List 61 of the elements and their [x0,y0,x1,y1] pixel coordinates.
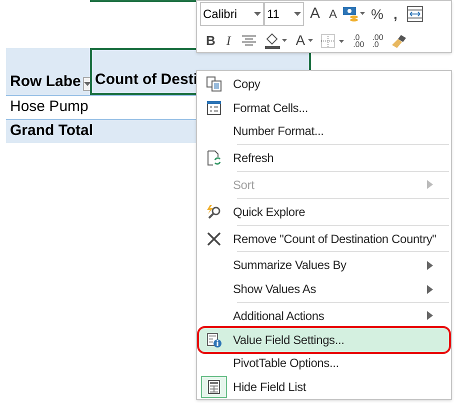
menu-item[interactable]: Hide Field List [199,375,449,400]
menu-item-label: Value Field Settings... [233,332,346,349]
field-list-icon [207,379,221,396]
menu-item-label: Format Cells... [233,100,310,117]
borders-icon[interactable] [321,34,346,48]
font-dropdown[interactable]: Calibri [200,2,264,26]
menu-item-label: Refresh [233,150,275,168]
shrink-font-button[interactable]: A [329,5,338,23]
column-header: Row Labe [10,72,81,92]
align-center-icon[interactable] [242,34,256,46]
menu-item-label: Show Values As [233,281,318,298]
menu-item-label: PivotTable Options... [233,355,340,372]
menu-item-label: Remove "Count of Destination Country" [233,230,438,248]
decrease-decimal-button[interactable]: .0 .00 [353,34,364,48]
comma-button[interactable]: , [389,4,402,24]
menu-item[interactable]: Value Field Settings... [199,328,449,352]
paint-bucket-icon[interactable] [264,32,288,48]
percent-button[interactable]: % [371,4,384,24]
menu-item[interactable]: Remove "Count of Destination Country" [199,226,449,250]
magnifier-icon [206,204,222,220]
caret-icon [254,12,261,16]
bold-button[interactable]: B [206,30,216,50]
font-size-dropdown[interactable]: 11 [264,2,304,26]
caret-icon [84,82,91,86]
submenu-arrow-icon [427,284,433,294]
caret-icon [294,12,301,16]
increase-decimal-button[interactable]: .00 .0 [372,34,384,48]
menu-item[interactable]: PivotTable Options... [199,352,449,376]
copy-icon [206,76,222,92]
submenu-arrow-icon [427,311,433,320]
caret-icon [308,39,314,42]
info-icon [206,332,222,348]
menu-item-label: Hide Field List [233,379,308,396]
grow-font-button[interactable]: A [310,2,324,26]
menu-item[interactable]: Format Cells... [199,96,449,120]
menu-item[interactable]: Copy [199,72,449,96]
row-label: Hose Pump [10,97,88,118]
menu-item-label: Quick Explore [233,204,306,221]
column-header: Count of Desti [95,70,198,90]
menu-item-label: Number Format... [233,123,325,140]
close-icon [206,230,222,247]
menu-item[interactable]: Number Format... [199,120,449,144]
menu-item-label: Sort [233,176,256,194]
submenu-arrow-icon [427,180,433,190]
row-label: Grand Total [10,121,94,142]
menu-item[interactable]: Summarize Values By [199,253,449,278]
table-icon[interactable] [407,6,424,22]
font-color-button[interactable]: A [296,30,314,51]
italic-button[interactable]: I [223,30,234,50]
menu-item[interactable]: Refresh [199,146,449,170]
menu-item-label: Summarize Values By [233,257,348,274]
menu-item[interactable]: Show Values As [199,277,449,301]
menu-item[interactable]: Additional Actions [199,304,449,328]
submenu-arrow-icon [427,260,433,270]
menu-item[interactable]: Quick Explore [199,200,449,224]
table-icon [206,100,222,116]
refresh-icon [206,150,222,166]
format-painter-icon[interactable] [391,34,408,48]
menu-item-label: Copy [233,76,262,93]
money-icon[interactable] [343,6,366,22]
menu-item-label: Additional Actions [233,308,326,325]
